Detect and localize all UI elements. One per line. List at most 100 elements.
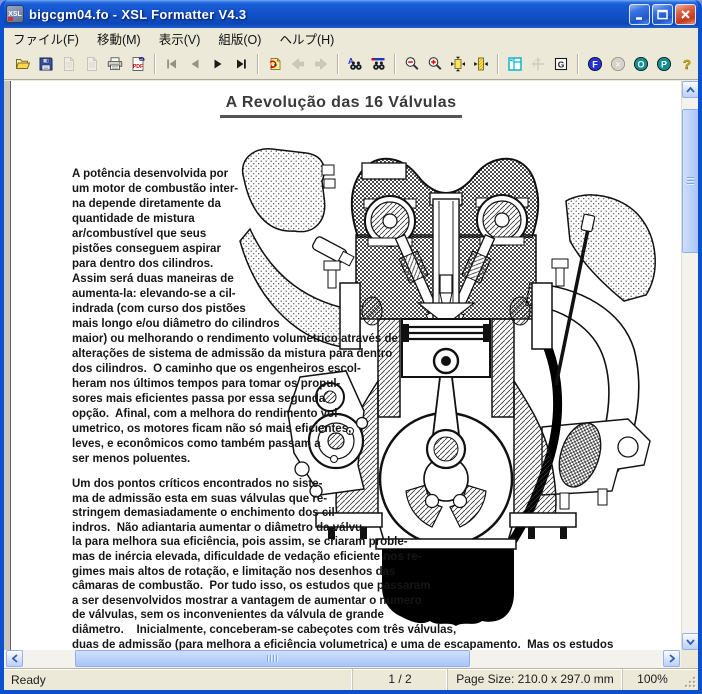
toolbar-button-doc-format	[58, 53, 80, 75]
toolbar: PDF A G F × O P?	[4, 49, 698, 80]
fit-width-icon	[474, 57, 488, 71]
back-icon	[292, 58, 304, 70]
toolbar-separator	[394, 54, 396, 74]
svg-text:P: P	[661, 59, 667, 69]
zoom-out-icon	[405, 57, 419, 70]
horizontal-scroll-thumb[interactable]	[75, 650, 470, 667]
toolbar-button-zoom-in[interactable]	[424, 53, 446, 75]
app-icon: XSL	[6, 5, 24, 23]
toolbar-button-panel-layout[interactable]	[504, 53, 526, 75]
status-bar: Ready 1 / 2 Page Size: 210.0 x 297.0 mm …	[4, 668, 698, 690]
pdf-icon: PDF	[132, 57, 145, 71]
close-icon	[681, 9, 690, 19]
toolbar-button-save[interactable]	[35, 53, 57, 75]
prev-page-icon	[191, 59, 199, 69]
toolbar-button-print[interactable]	[104, 53, 126, 75]
scroll-down-button[interactable]	[682, 633, 698, 650]
toolbar-button-help[interactable]: ?	[676, 53, 698, 75]
toolbar-button-zoom-out[interactable]	[401, 53, 423, 75]
fit-page-icon	[451, 56, 465, 72]
grid-g-icon: G	[554, 57, 568, 71]
toolbar-separator	[337, 54, 339, 74]
option-o-icon: O	[634, 57, 648, 71]
chevron-down-icon	[686, 638, 695, 645]
maximize-button[interactable]	[652, 3, 673, 25]
doc-format-icon	[64, 57, 74, 71]
menu-file[interactable]: ファイル(F)	[4, 27, 88, 50]
doc-result-icon	[87, 57, 97, 71]
find-icon: A	[348, 57, 362, 70]
goto-page-icon	[269, 58, 281, 70]
scroll-right-button[interactable]	[663, 650, 680, 667]
toolbar-button-goto-page[interactable]	[264, 53, 286, 75]
option-p-icon: P	[657, 57, 671, 71]
toolbar-separator	[577, 54, 579, 74]
document-paragraph-2: Um dos pontos críticos encontrados no si…	[72, 478, 614, 650]
vertical-scroll-thumb[interactable]	[682, 109, 698, 253]
svg-text:O: O	[637, 59, 644, 69]
horizontal-scrollbar[interactable]	[4, 650, 698, 668]
scroll-left-button[interactable]	[6, 650, 23, 667]
xml-view-icon: ×	[611, 57, 625, 71]
resize-grip[interactable]	[682, 669, 698, 690]
toolbar-button-next-page[interactable]	[207, 53, 229, 75]
toolbar-button-first-page	[161, 53, 183, 75]
document-heading-text: A Revolução das 16 Válvulas	[219, 94, 463, 118]
menu-format[interactable]: 組版(O)	[209, 27, 270, 50]
vertical-scrollbar[interactable]	[681, 81, 698, 650]
resize-grip-icon	[684, 676, 696, 688]
title-bar: XSL bigcgm04.fo - XSL Formatter V4.3	[4, 0, 698, 28]
help-icon: ?	[683, 57, 692, 72]
chevron-up-icon	[686, 86, 695, 93]
toolbar-button-prev-page	[184, 53, 206, 75]
fo-view-icon: F	[588, 57, 602, 71]
toolbar-button-fit-page[interactable]	[447, 53, 469, 75]
toolbar-button-fit-width[interactable]	[470, 53, 492, 75]
maximize-icon	[657, 9, 668, 19]
svg-text:PDF: PDF	[133, 64, 143, 70]
svg-text:F: F	[592, 59, 598, 69]
document-view[interactable]: A Revolução das 16 Válvulas A potência d…	[4, 81, 698, 650]
thumb-grip	[687, 177, 694, 185]
toolbar-button-last-page[interactable]	[230, 53, 252, 75]
svg-text:G: G	[558, 60, 565, 70]
toolbar-button-doc-result	[81, 53, 103, 75]
print-icon	[107, 57, 123, 70]
toolbar-separator	[497, 54, 499, 74]
next-page-icon	[214, 59, 222, 69]
scroll-up-button[interactable]	[682, 81, 698, 98]
toolbar-button-back	[287, 53, 309, 75]
toolbar-button-open[interactable]	[12, 53, 34, 75]
document-heading: A Revolução das 16 Válvulas	[4, 94, 678, 118]
menu-view[interactable]: 表示(V)	[150, 27, 210, 50]
toolbar-separator	[257, 54, 259, 74]
menu-help[interactable]: ヘルプ(H)	[270, 27, 343, 50]
save-icon	[39, 57, 53, 71]
status-message: Ready	[11, 672, 46, 687]
first-page-icon	[167, 59, 176, 69]
forward-icon	[315, 58, 327, 70]
toolbar-button-grid-g[interactable]: G	[550, 53, 572, 75]
toolbar-button-guides	[527, 53, 549, 75]
toolbar-button-find-format[interactable]	[367, 53, 389, 75]
open-icon	[15, 59, 31, 69]
toolbar-button-pdf[interactable]: PDF	[127, 53, 149, 75]
scrollbar-corner	[681, 650, 698, 668]
chevron-left-icon	[11, 654, 18, 663]
close-button[interactable]	[675, 3, 696, 25]
toolbar-button-find[interactable]: A	[344, 53, 366, 75]
toolbar-button-forward	[310, 53, 332, 75]
window-title: bigcgm04.fo - XSL Formatter V4.3	[29, 6, 247, 22]
svg-text:?: ?	[683, 57, 691, 72]
last-page-icon	[237, 59, 246, 69]
menu-bar: ファイル(F) 移動(M) 表示(V) 組版(O) ヘルプ(H)	[4, 28, 698, 49]
page-size-indicator: Page Size: 210.0 x 297.0 mm	[447, 669, 622, 690]
toolbar-button-fo-view[interactable]: F	[584, 53, 606, 75]
menu-move[interactable]: 移動(M)	[88, 27, 150, 50]
zoom-level-indicator: 100%	[622, 669, 682, 690]
zoom-in-icon	[428, 57, 442, 70]
thumb-grip	[266, 655, 279, 662]
toolbar-button-option-o[interactable]: O	[630, 53, 652, 75]
minimize-button[interactable]	[629, 3, 650, 25]
toolbar-button-option-p[interactable]: P	[653, 53, 675, 75]
